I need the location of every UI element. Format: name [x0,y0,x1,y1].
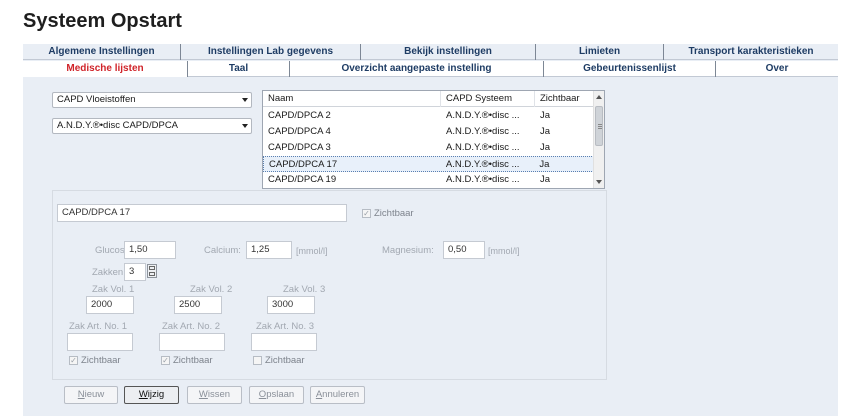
table-row[interactable]: CAPD/DPCA 4 A.N.D.Y.®•disc ... Ja [263,124,594,140]
zak-vol-2-label: Zak Vol. 2 [190,284,233,295]
cell-naam: CAPD/DPCA 2 [268,110,331,121]
zak-2-zichtbaar-label: Zichtbaar [173,355,213,366]
table-row[interactable]: CAPD/DPCA 3 A.N.D.Y.®•disc ... Ja [263,140,594,156]
cell-naam: CAPD/DPCA 17 [269,159,338,170]
cell-naam: CAPD/DPCA 3 [268,142,331,153]
spinner-down-icon[interactable] [149,272,155,276]
chevron-down-icon [242,98,248,102]
scroll-down-icon[interactable] [596,180,602,184]
zak-art-3-field[interactable] [251,333,317,351]
zak-1-zichtbaar-label: Zichtbaar [81,355,121,366]
table-row-selected[interactable]: CAPD/DPCA 17 A.N.D.Y.®•disc ... Ja [263,156,594,172]
table-scrollbar[interactable] [593,91,604,188]
scroll-thumb[interactable] [595,106,603,146]
zakken-field[interactable]: 3 [124,263,146,281]
tab-gebeurtenissenlijst[interactable]: Gebeurtenissenlijst [544,61,716,77]
cell-naam: CAPD/DPCA 19 [268,174,337,185]
nieuw-mnemonic: N [77,389,85,400]
zak-art-1-field[interactable] [67,333,133,351]
zichtbaar-label: Zichtbaar [374,208,414,219]
zichtbaar-checkbox[interactable]: ✓ [362,209,371,218]
column-header-zichtbaar[interactable]: Zichtbaar [535,91,594,107]
zak-2-zichtbaar-checkbox[interactable]: ✓ [161,356,170,365]
tab-medische-lijsten[interactable]: Medische lijsten [23,61,188,77]
fluids-table: Naam CAPD Systeem Zichtbaar CAPD/DPCA 2 … [262,90,605,189]
table-row[interactable]: CAPD/DPCA 19 A.N.D.Y.®•disc ... Ja [263,172,594,188]
tab-algemene-instellingen[interactable]: Algemene Instellingen [23,44,181,60]
wissen-mnemonic: W [198,389,208,400]
cell-zichtbaar: Ja [540,126,551,137]
system-value: A.N.D.Y.®•disc CAPD/DPCA [57,120,179,131]
zak-art-1-label: Zak Art. No. 1 [69,321,128,332]
grip-line [598,128,602,129]
tab-taal[interactable]: Taal [188,61,290,77]
zak-1-zichtbaar-checkbox[interactable]: ✓ [69,356,78,365]
cell-capd-systeem: A.N.D.Y.®•disc ... [446,174,520,185]
wijzig-mnemonic: W [138,389,148,400]
wissen-button[interactable]: Wissen [187,386,242,404]
magnesium-field[interactable]: 0,50 [443,241,485,259]
list-type-dropdown[interactable]: CAPD Vloeistoffen [52,92,252,108]
glucose-field[interactable]: 1,50 [124,241,176,259]
opslaan-label: pslaan [266,389,295,400]
zak-vol-3-label: Zak Vol. 3 [283,284,326,295]
cell-zichtbaar: Ja [539,159,550,170]
cell-zichtbaar: Ja [540,110,551,121]
cell-zichtbaar: Ja [540,174,551,185]
system-dropdown[interactable]: A.N.D.Y.®•disc CAPD/DPCA [52,118,252,134]
tab-row-2: Medische lijsten Taal Overzicht aangepas… [23,61,838,77]
cell-zichtbaar: Ja [540,142,551,153]
name-field[interactable]: CAPD/DPCA 17 [57,204,347,222]
tab-overzicht-aangepaste-instelling[interactable]: Overzicht aangepaste instelling [290,61,544,77]
annuleren-label: nnuleren [322,389,360,400]
calcium-unit: [mmol/l] [296,246,328,256]
calcium-field[interactable]: 1,25 [246,241,292,259]
tab-limieten[interactable]: Limieten [536,44,664,60]
grip-line [598,124,602,125]
tab-bekijk-instellingen[interactable]: Bekijk instellingen [361,44,536,60]
zak-art-3-label: Zak Art. No. 3 [256,321,315,332]
table-header: Naam CAPD Systeem Zichtbaar [263,91,594,107]
zak-art-2-label: Zak Art. No. 2 [162,321,221,332]
zak-vol-1-field[interactable]: 2000 [86,296,134,314]
wissen-label: issen [207,389,231,400]
zak-vol-2-field[interactable]: 2500 [174,296,222,314]
zakken-label: Zakken [92,267,124,278]
calcium-label: Calcium: [204,245,241,256]
cell-capd-systeem: A.N.D.Y.®•disc ... [446,110,520,121]
zak-vol-1-label: Zak Vol. 1 [92,284,135,295]
magnesium-unit: [mmol/l] [488,246,520,256]
grip-line [598,126,602,127]
opslaan-button[interactable]: Opslaan [249,386,304,404]
zakken-spinner[interactable] [147,264,157,278]
tab-instellingen-lab-gegevens[interactable]: Instellingen Lab gegevens [181,44,361,60]
wijzig-label: ijzig [147,389,165,400]
cell-capd-systeem: A.N.D.Y.®•disc ... [446,142,520,153]
list-type-value: CAPD Vloeistoffen [57,94,136,105]
magnesium-label: Magnesium: [382,245,434,256]
cell-capd-systeem: A.N.D.Y.®•disc ... [446,126,520,137]
cell-capd-systeem: A.N.D.Y.®•disc ... [445,159,520,170]
nieuw-label: ieuw [84,389,105,400]
zak-art-2-field[interactable] [159,333,225,351]
zak-3-zichtbaar-checkbox[interactable] [253,356,262,365]
nieuw-button[interactable]: Nieuw [64,386,118,404]
table-row[interactable]: CAPD/DPCA 2 A.N.D.Y.®•disc ... Ja [263,108,594,124]
chevron-down-icon [242,124,248,128]
zak-3-zichtbaar-label: Zichtbaar [265,355,305,366]
zak-vol-3-field[interactable]: 3000 [267,296,315,314]
wijzig-button[interactable]: Wijzig [124,386,179,404]
column-header-naam[interactable]: Naam [263,91,441,107]
cell-naam: CAPD/DPCA 4 [268,126,331,137]
tab-row-1: Algemene Instellingen Instellingen Lab g… [23,44,838,60]
scroll-up-icon[interactable] [596,95,602,99]
tab-over[interactable]: Over [716,61,838,77]
page-title: Systeem Opstart [23,10,182,32]
tab-transport-karakteristieken[interactable]: Transport karakteristieken [664,44,838,60]
annuleren-button[interactable]: Annuleren [310,386,365,404]
spinner-up-icon[interactable] [149,266,155,270]
column-header-capd-systeem[interactable]: CAPD Systeem [441,91,535,107]
